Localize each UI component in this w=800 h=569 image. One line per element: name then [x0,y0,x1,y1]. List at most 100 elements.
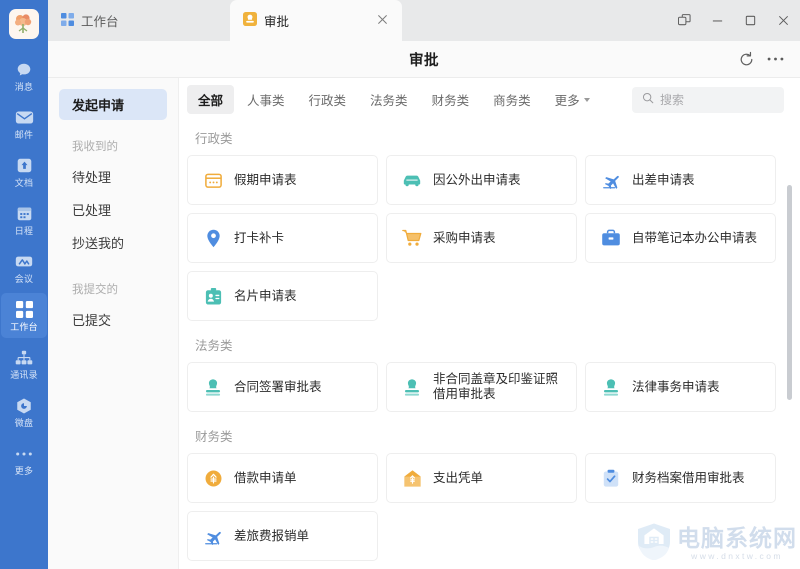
sidebar-item-label: 邮件 [14,130,34,140]
airplane-icon [203,526,223,546]
ellipsis-icon [15,444,33,463]
search-placeholder: 搜索 [660,93,685,107]
nav-group-received: 我收到的 待处理 已处理 抄送我的 [48,134,178,259]
nav-item-pending[interactable]: 待处理 [48,160,178,193]
form-card-purchase[interactable]: 采购申请表 [386,213,577,263]
sidebar-item-label: 会议 [14,274,34,284]
sidebar-item-more[interactable]: 更多 [1,437,47,482]
chevron-down-icon [583,98,590,102]
sidebar-item-workbench[interactable]: 工作台 [1,293,47,338]
form-card-label: 出差申请表 [632,172,695,187]
nav-item-submitted[interactable]: 已提交 [48,303,178,336]
form-card-label: 法律事务申请表 [632,379,720,394]
chip-legal[interactable]: 法务类 [359,85,419,114]
document-icon [16,156,33,175]
split-window-icon[interactable] [668,0,701,41]
grid-workbench-icon [61,12,74,29]
nav-item-cc-to-me[interactable]: 抄送我的 [48,226,178,259]
close-icon[interactable] [767,0,800,41]
form-card-finance-archive-borrow[interactable]: 财务档案借用审批表 [585,453,776,503]
sidebar-item-meeting[interactable]: 会议 [1,245,47,290]
window-controls [668,0,800,41]
id-card-icon [203,286,223,306]
sidebar-item-mail[interactable]: 邮件 [1,101,47,146]
form-card-expense-voucher[interactable]: 支出凭单 [386,453,577,503]
cloud-disk-icon [15,396,33,415]
sidebar-item-label: 日程 [14,226,34,236]
sidebar-item-label: 文档 [14,178,34,188]
briefcase-icon [601,228,621,248]
calendar-icon [16,204,33,223]
chip-all[interactable]: 全部 [187,85,235,114]
tab-approval[interactable]: 审批 [230,0,402,41]
org-contacts-icon [15,348,33,367]
sidebar-item-messages[interactable]: 消息 [1,53,47,98]
close-icon[interactable] [375,14,389,27]
form-card-byod-laptop[interactable]: 自带笔记本办公申请表 [585,213,776,263]
form-card-loan-request[interactable]: 借款申请单 [187,453,378,503]
category-chips: 全部 人事类 行政类 法务类 财务类 商务类 更多 [187,85,601,114]
side-navigation: 发起申请 我收到的 待处理 已处理 抄送我的 我提交的 已提交 [48,78,179,569]
approval-stamp-icon [243,12,257,29]
form-card-label: 名片申请表 [234,288,297,303]
tab-label: 审批 [264,15,290,29]
nav-group-title: 我提交的 [72,284,118,296]
chip-more-label: 更多 [554,94,580,108]
form-grid-admin: 假期申请表 因公外出申请表 出差申请表 打卡补卡 采购申请表 自带笔记本办公申请… [187,155,776,321]
form-card-business-trip[interactable]: 出差申请表 [585,155,776,205]
scrollbar-track[interactable] [787,127,792,563]
more-horizontal-icon[interactable] [767,56,784,62]
form-card-label: 财务档案借用审批表 [632,470,745,485]
sidebar-item-label: 消息 [14,82,34,92]
form-card-label: 差旅费报销单 [234,528,310,543]
window-column: 工作台 审批 审批 发起申请 我收到的 待处理 已处理 抄送我的 我提交的 已提… [48,0,800,569]
chip-finance[interactable]: 财务类 [421,85,481,114]
form-card-punch-correction[interactable]: 打卡补卡 [187,213,378,263]
scrollbar-thumb[interactable] [787,185,792,400]
form-card-label: 打卡补卡 [234,230,285,245]
form-grid-legal: 合同签署审批表 非合同盖章及印鉴证照借用审批表 法律事务申请表 [187,362,776,412]
form-grid-finance: 借款申请单 支出凭单 财务档案借用审批表 差旅费报销单 [187,453,776,561]
minimize-icon[interactable] [701,0,734,41]
grid-workbench-icon [15,300,33,319]
sidebar-item-clouddisk[interactable]: 微盘 [1,389,47,434]
nav-item-new-request[interactable]: 发起申请 [59,89,167,120]
chat-bubble-icon [15,60,33,79]
section-title-finance: 财务类 [195,430,233,444]
form-card-label: 自带笔记本办公申请表 [632,230,758,245]
chip-hr[interactable]: 人事类 [236,85,296,114]
chip-business[interactable]: 商务类 [482,85,542,114]
chip-admin[interactable]: 行政类 [298,85,358,114]
form-card-legal-affairs[interactable]: 法律事务申请表 [585,362,776,412]
search-input[interactable]: 搜索 [632,86,784,113]
form-card-label: 因公外出申请表 [433,172,521,187]
nav-item-processed[interactable]: 已处理 [48,193,178,226]
form-card-leave[interactable]: 假期申请表 [187,155,378,205]
avatar[interactable] [9,9,39,39]
page-title: 审批 [409,52,439,69]
sidebar-item-docs[interactable]: 文档 [1,149,47,194]
sidebar-item-contacts[interactable]: 通讯录 [1,341,47,386]
content-area: 全部 人事类 行政类 法务类 财务类 商务类 更多 搜索 行政类 假期申请表 因… [179,78,800,569]
filter-bar: 全部 人事类 行政类 法务类 财务类 商务类 更多 搜索 [179,78,800,121]
sidebar-item-label: 通讯录 [10,370,38,380]
form-card-business-outing[interactable]: 因公外出申请表 [386,155,577,205]
form-card-business-card[interactable]: 名片申请表 [187,271,378,321]
maximize-icon[interactable] [734,0,767,41]
refresh-icon[interactable] [738,51,755,68]
form-card-travel-reimbursement[interactable]: 差旅费报销单 [187,511,378,561]
app-header: 审批 [48,41,800,78]
shopping-cart-icon [402,228,422,248]
form-card-contract-signing[interactable]: 合同签署审批表 [187,362,378,412]
form-scroll-area[interactable]: 行政类 假期申请表 因公外出申请表 出差申请表 打卡补卡 采购申请表 自带笔记本… [179,121,800,569]
form-card-label: 非合同盖章及印鉴证照借用审批表 [433,372,559,401]
form-card-non-contract-seal[interactable]: 非合同盖章及印鉴证照借用审批表 [386,362,577,412]
form-card-label: 假期申请表 [234,172,297,187]
sidebar-item-label: 工作台 [10,322,38,332]
sidebar-item-calendar[interactable]: 日程 [1,197,47,242]
app-body: 发起申请 我收到的 待处理 已处理 抄送我的 我提交的 已提交 全部 人事类 行… [48,78,800,569]
stamp-icon [203,377,223,397]
chip-more[interactable]: 更多 [544,85,601,114]
tab-workbench[interactable]: 工作台 [48,0,215,41]
